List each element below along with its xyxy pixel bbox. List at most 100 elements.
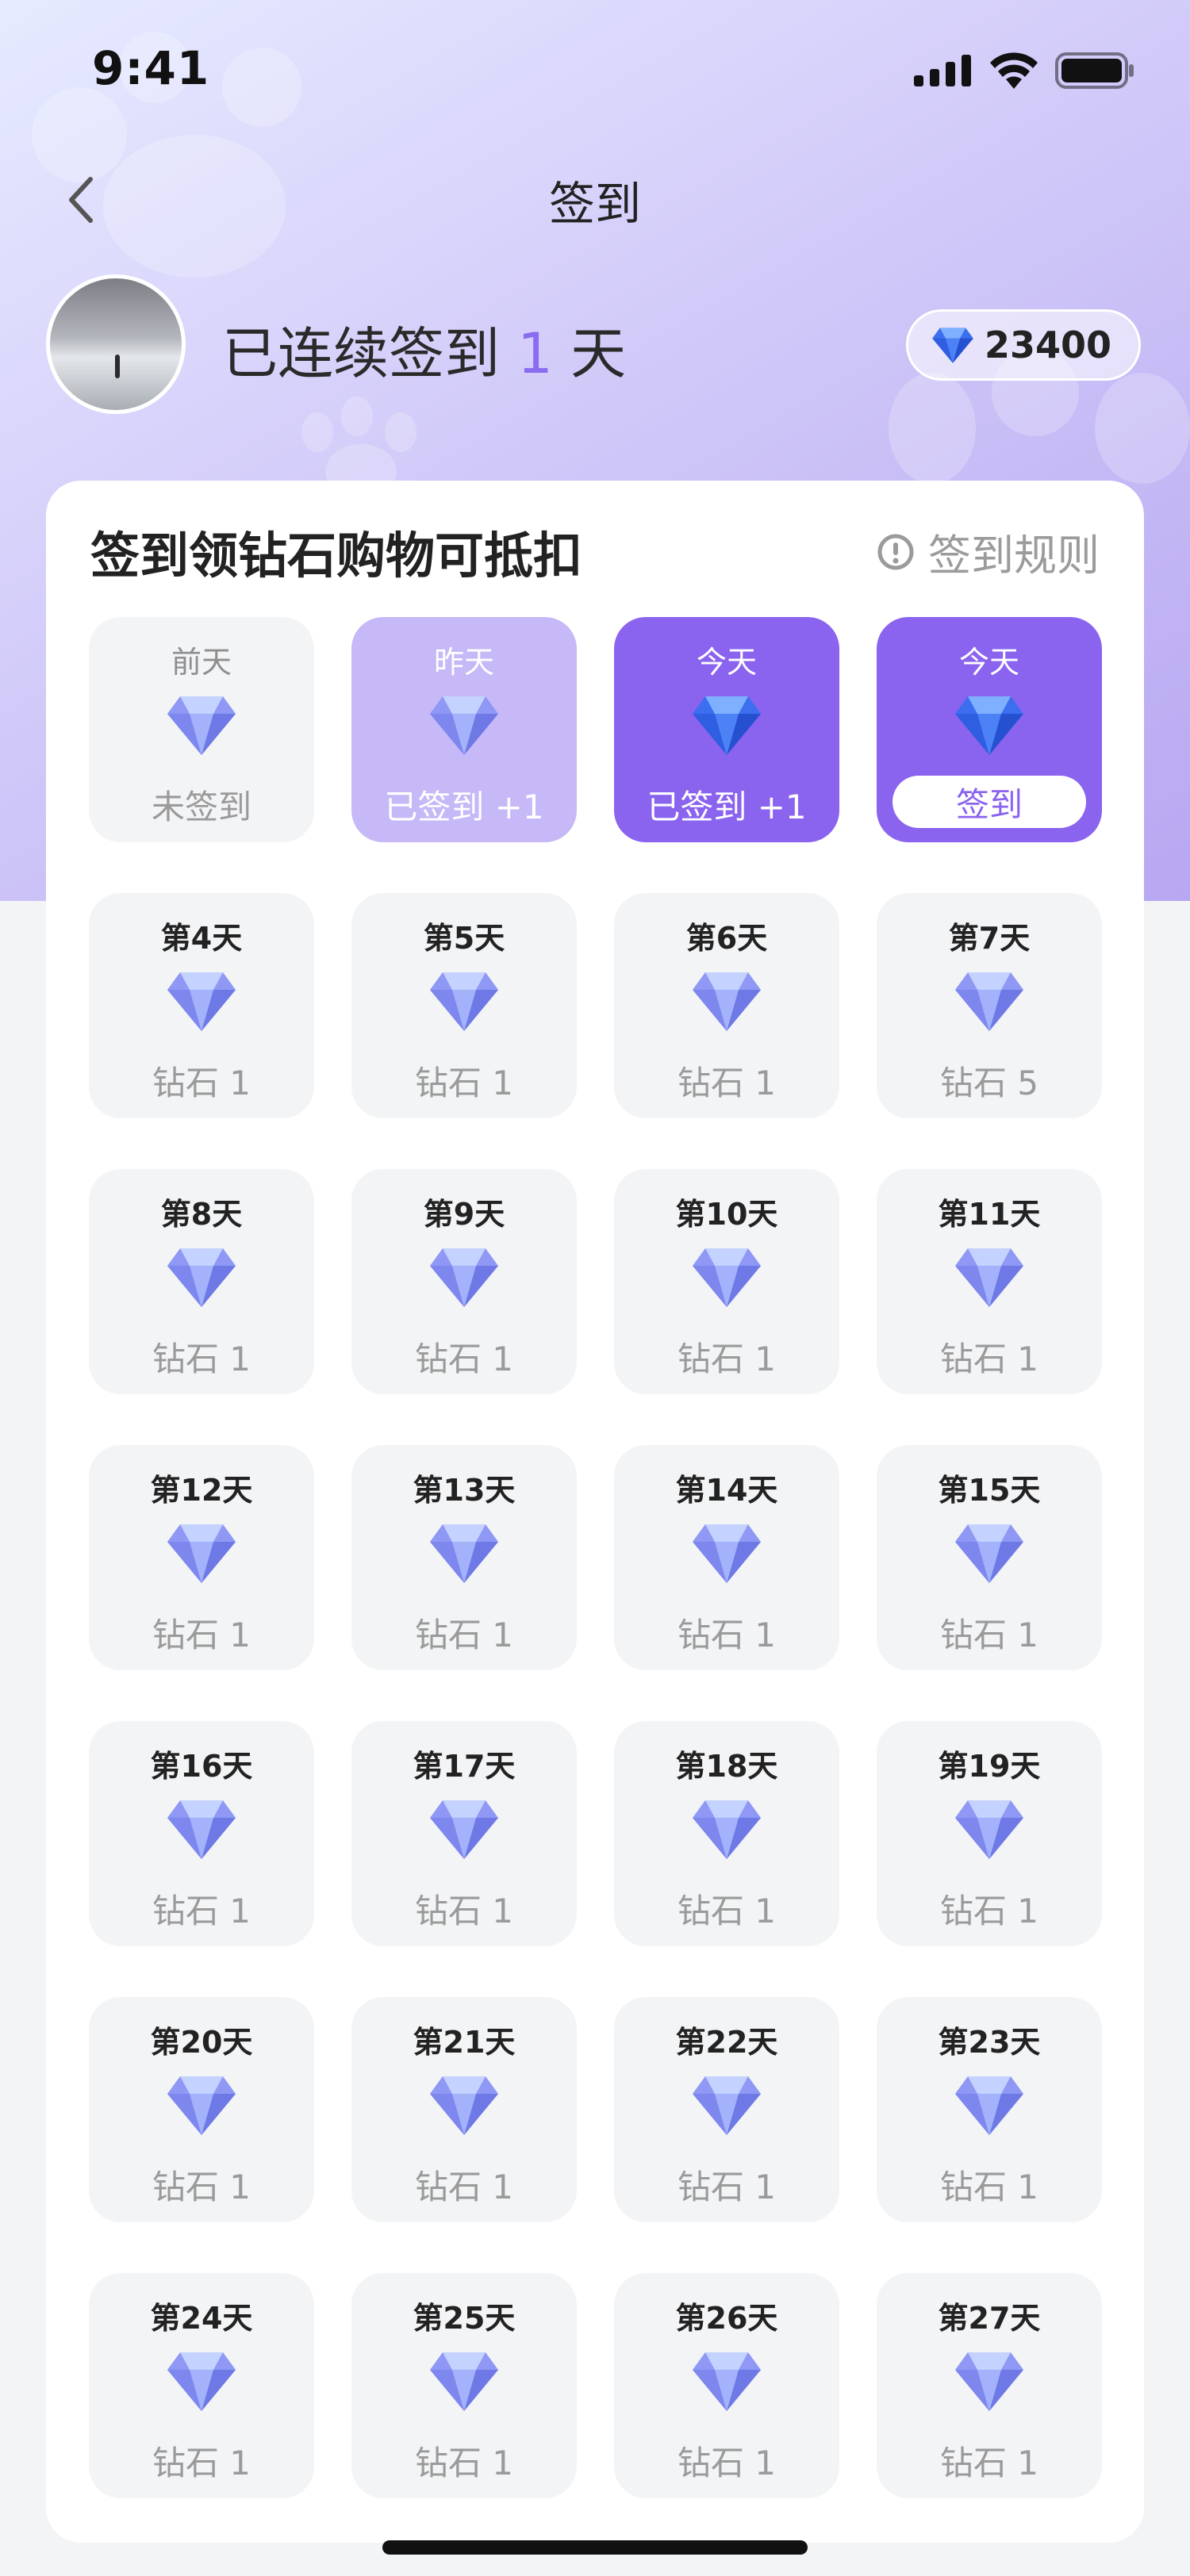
diamond-icon	[167, 1800, 236, 1859]
day-cell: 第20天 钻石 1	[89, 1997, 314, 2222]
day-label: 第27天	[938, 2301, 1041, 2336]
day-cell: 第6天钻石 1	[614, 893, 839, 1118]
day-cell: 第11天 钻石 1	[877, 1169, 1102, 1394]
avatar[interactable]	[46, 274, 186, 414]
day-cell: 第5天 钻石 1	[351, 893, 577, 1118]
day-reward: 钻石 1	[414, 1616, 514, 1654]
day-cell: 前天 未签到	[89, 617, 314, 842]
day-label: 第4天	[160, 921, 243, 956]
day-label: 第17天	[413, 1749, 516, 1784]
diamond-icon	[955, 696, 1023, 755]
day-label: 第21天	[413, 2025, 516, 2060]
day-cell: 第13天钻石 1	[351, 1445, 577, 1670]
day-reward: 钻石 1	[414, 2168, 514, 2206]
day-reward: 钻石 1	[414, 1892, 514, 1930]
day-label: 第13天	[413, 1473, 516, 1508]
day-reward: 钻石 1	[677, 1616, 777, 1654]
day-cell: 第16天钻石 1	[89, 1721, 314, 1946]
streak-text: 已连续签到 1 天	[222, 309, 626, 389]
day-label: 第19天	[938, 1749, 1041, 1784]
sign-in-button[interactable]: 签到	[892, 776, 1086, 828]
day-cell: 第21天钻石 1	[351, 1997, 577, 2222]
day-label: 昨天	[433, 645, 494, 680]
day-cell: 第7天 钻石 5	[877, 893, 1102, 1118]
day-label: 第24天	[150, 2301, 253, 2336]
diamond-icon	[693, 1524, 761, 1583]
day-label: 第11天	[938, 1197, 1041, 1232]
signin-card: 签到领钻石购物可抵扣 签到规则 前天 未签到 昨天 已签到 +1 今天 已签到 +1 今天签…	[46, 481, 1144, 2543]
diamond-icon	[167, 2352, 236, 2411]
diamond-icon	[167, 1248, 236, 1307]
day-reward: 钻石 1	[152, 2444, 251, 2482]
day-label: 第10天	[675, 1197, 778, 1232]
day-reward: 钻石 1	[152, 1892, 251, 1930]
rules-label: 签到规则	[928, 531, 1100, 581]
day-label: 第9天	[423, 1197, 505, 1232]
cellular-signal-icon	[914, 55, 971, 86]
diamond-icon	[167, 2076, 236, 2135]
diamond-icon	[693, 2076, 761, 2135]
day-label: 今天	[696, 645, 757, 680]
day-cell: 第19天钻石 1	[877, 1721, 1102, 1946]
day-reward: 钻石 1	[414, 1340, 514, 1378]
streak-suffix: 天	[570, 321, 627, 386]
diamond-icon	[932, 328, 973, 363]
day-reward: 钻石 1	[939, 1892, 1039, 1930]
day-cell: 第18天 钻石 1	[614, 1721, 839, 1946]
streak-days: 1	[517, 321, 553, 386]
diamond-icon	[430, 2076, 498, 2135]
diamond-icon	[693, 1800, 761, 1859]
day-cell: 第27天钻石 1	[877, 2273, 1102, 2498]
day-label: 第14天	[675, 1473, 778, 1508]
day-cell[interactable]: 今天 签到	[877, 617, 1102, 842]
diamond-icon	[955, 1524, 1023, 1583]
paw-decoration	[1095, 373, 1190, 484]
day-cell: 第8天 钻石 1	[89, 1169, 314, 1394]
day-reward: 钻石 1	[677, 2168, 777, 2206]
diamond-icon	[693, 696, 761, 755]
day-label: 第7天	[948, 921, 1031, 956]
day-reward: 钻石 1	[677, 1892, 777, 1930]
diamond-icon	[955, 1800, 1023, 1859]
day-cell: 第23天钻石 1	[877, 1997, 1102, 2222]
day-label: 第15天	[938, 1473, 1041, 1508]
diamond-icon	[955, 1248, 1023, 1307]
diamond-icon	[955, 2352, 1023, 2411]
day-label: 第6天	[685, 921, 768, 956]
diamond-icon	[955, 2076, 1023, 2135]
day-cell: 第22天钻石 1	[614, 1997, 839, 2222]
diamond-icon	[430, 1524, 498, 1583]
paw-decoration	[301, 412, 333, 452]
diamond-icon	[167, 1524, 236, 1583]
day-label: 第23天	[938, 2025, 1041, 2060]
day-cell: 第10天钻石 1	[614, 1169, 839, 1394]
day-reward: 钻石 1	[677, 1340, 777, 1378]
day-reward: 钻石 1	[677, 1064, 777, 1102]
page-title: 签到	[548, 177, 641, 231]
day-reward: 钻石 1	[414, 1064, 514, 1102]
diamond-icon	[430, 972, 498, 1031]
day-label: 第8天	[160, 1197, 243, 1232]
day-reward: 钻石 1	[939, 2168, 1039, 2206]
day-cell: 第26天 钻石 1	[614, 2273, 839, 2498]
streak-prefix: 已连续签到	[222, 321, 500, 386]
day-reward: 钻石 1	[939, 1616, 1039, 1654]
battery-icon	[1055, 52, 1134, 89]
day-label: 第16天	[150, 1749, 253, 1784]
home-indicator[interactable]	[382, 2540, 808, 2555]
day-reward: 钻石 1	[414, 2444, 514, 2482]
diamond-icon	[430, 2352, 498, 2411]
rules-link[interactable]: 签到规则	[876, 520, 1100, 583]
day-label: 第25天	[413, 2301, 516, 2336]
day-cell: 昨天 已签到 +1	[351, 617, 577, 842]
day-label: 第22天	[675, 2025, 778, 2060]
diamond-icon	[430, 1248, 498, 1307]
day-reward: 钻石 1	[939, 2444, 1039, 2482]
day-label: 第20天	[150, 2025, 253, 2060]
day-label: 第26天	[675, 2301, 778, 2336]
diamond-balance-badge[interactable]: 23400	[905, 309, 1141, 381]
day-cell: 第25天钻石 1	[351, 2273, 577, 2498]
diamond-icon	[430, 1800, 498, 1859]
diamond-balance-value: 23400	[984, 324, 1111, 366]
paw-decoration	[889, 373, 976, 484]
